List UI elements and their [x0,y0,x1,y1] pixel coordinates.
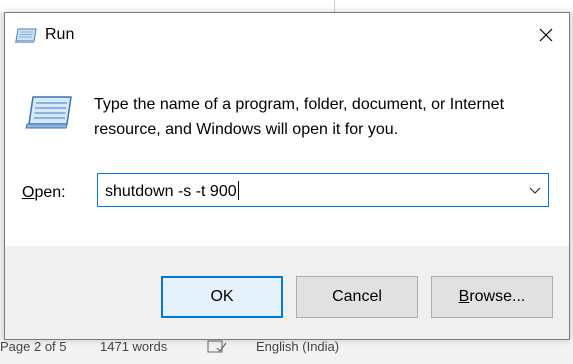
background-status-bar: Page 2 of 5 1471 words English (India) [0,338,573,364]
browse-label: rowse... [469,288,526,305]
open-input-value: shutdown -s -t 900 [105,183,237,200]
run-dialog: Run Type the name of a program, folder, … [4,12,570,340]
cancel-button[interactable]: Cancel [296,276,418,318]
open-label-text: pen: [34,184,66,201]
run-icon [14,26,38,44]
chevron-down-icon [529,187,541,194]
dialog-description: Type the name of a program, folder, docu… [94,96,505,138]
open-input[interactable]: shutdown -s -t 900 [105,181,239,201]
dropdown-button[interactable] [528,183,542,197]
open-label-accelerator: O [22,184,35,201]
status-word-count[interactable]: 1471 words [100,339,167,354]
close-icon [539,28,553,42]
dialog-body: Type the name of a program, folder, docu… [5,58,569,246]
dialog-footer: OK Cancel Browse... [5,246,569,339]
status-language[interactable]: English (India) [256,339,339,354]
run-program-icon [23,92,73,132]
background-divider [334,0,335,12]
proofing-icon[interactable] [206,339,228,358]
open-combobox[interactable]: shutdown -s -t 900 [97,173,549,207]
close-button[interactable] [523,13,569,57]
dialog-title: Run [45,26,75,43]
ok-button[interactable]: OK [161,276,283,318]
status-page-count[interactable]: Page 2 of 5 [0,339,67,354]
title-bar[interactable]: Run [5,13,569,58]
browse-button[interactable]: Browse... [431,276,553,318]
browse-accelerator: B [458,288,470,305]
text-caret [237,181,239,200]
background-window-top [0,0,573,12]
open-label: Open: [22,184,66,202]
